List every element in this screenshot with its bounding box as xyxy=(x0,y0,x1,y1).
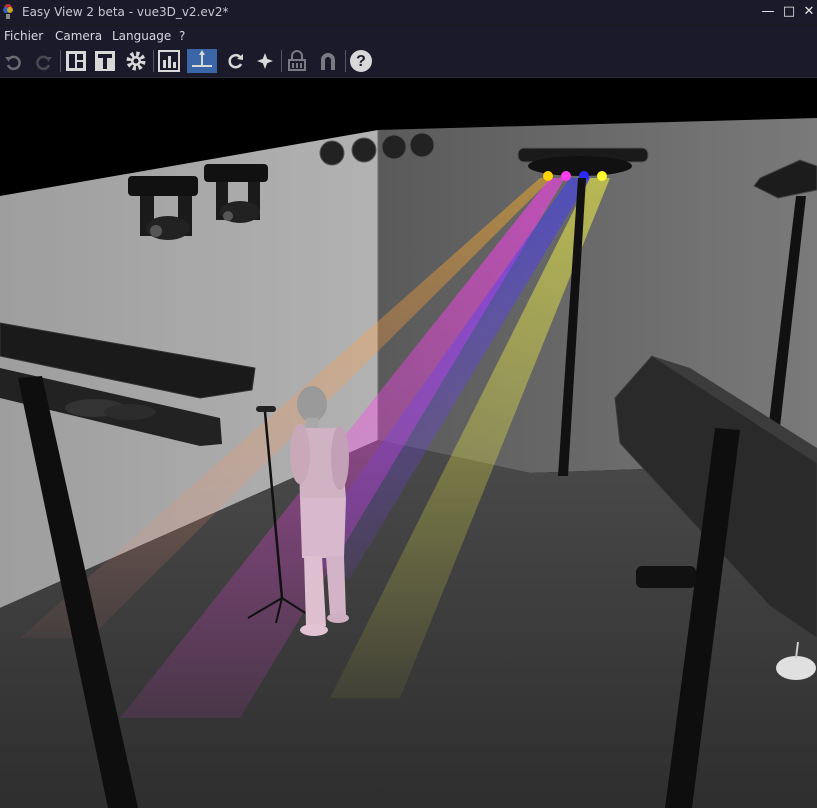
stage-view-button[interactable] xyxy=(93,49,117,73)
close-button[interactable]: ✕ xyxy=(799,2,817,22)
3d-viewport[interactable] xyxy=(0,78,817,808)
toolbar-separator xyxy=(60,50,61,72)
floor-stand-base xyxy=(776,656,816,680)
rotate-icon xyxy=(228,53,243,69)
toolbar-separator xyxy=(153,50,154,72)
truss-light-head xyxy=(104,404,156,420)
chart-button[interactable] xyxy=(157,49,181,73)
undo-button[interactable] xyxy=(1,49,25,73)
stage-scene[interactable] xyxy=(0,78,817,808)
help-icon: ? xyxy=(350,50,372,72)
app-logo-icon xyxy=(3,4,13,19)
right-stand-clamp xyxy=(636,566,696,588)
menu-bar: Fichier Camera Language ? xyxy=(0,26,817,46)
move-axes-button[interactable] xyxy=(187,49,217,73)
light-icon xyxy=(257,53,273,69)
lens-yellow-2 xyxy=(597,171,607,181)
toolbar: ? xyxy=(0,46,817,78)
help-button[interactable]: ? xyxy=(349,49,373,73)
layout-button[interactable] xyxy=(64,49,88,73)
stage-view-icon xyxy=(95,51,115,71)
rotate-button[interactable] xyxy=(223,49,247,73)
menu-camera[interactable]: Camera xyxy=(55,29,102,43)
minimize-button[interactable]: — xyxy=(758,2,778,22)
title-bar: Easy View 2 beta - vue3D_v2.ev2* — □ ✕ xyxy=(0,0,817,24)
menu-fichier[interactable]: Fichier xyxy=(4,29,43,43)
par-can-light xyxy=(351,137,377,163)
magnet-button[interactable] xyxy=(316,49,340,73)
lens-magenta xyxy=(561,171,571,181)
toolbar-separator xyxy=(345,50,346,72)
window-title: Easy View 2 beta - vue3D_v2.ev2* xyxy=(22,5,229,19)
maximize-button[interactable]: □ xyxy=(779,2,799,22)
lens-yellow xyxy=(543,171,553,181)
menu-help[interactable]: ? xyxy=(179,29,185,43)
move-axes-icon xyxy=(192,50,212,67)
chart-icon xyxy=(158,50,180,72)
settings-button[interactable] xyxy=(124,49,148,73)
lock-button[interactable] xyxy=(285,49,309,73)
redo-icon xyxy=(36,55,52,71)
layout-icon xyxy=(66,51,86,71)
svg-text:?: ? xyxy=(356,53,366,70)
par-can-light xyxy=(409,132,435,158)
toolbar-separator xyxy=(281,50,282,72)
light-button[interactable] xyxy=(253,49,277,73)
menu-language[interactable]: Language xyxy=(112,29,171,43)
redo-button[interactable] xyxy=(32,49,56,73)
par-can-light xyxy=(381,134,407,160)
lock-icon xyxy=(288,50,306,71)
undo-icon xyxy=(5,55,21,71)
magnet-icon xyxy=(321,53,335,70)
par-can-light xyxy=(319,140,345,166)
settings-gear-icon xyxy=(126,51,146,71)
